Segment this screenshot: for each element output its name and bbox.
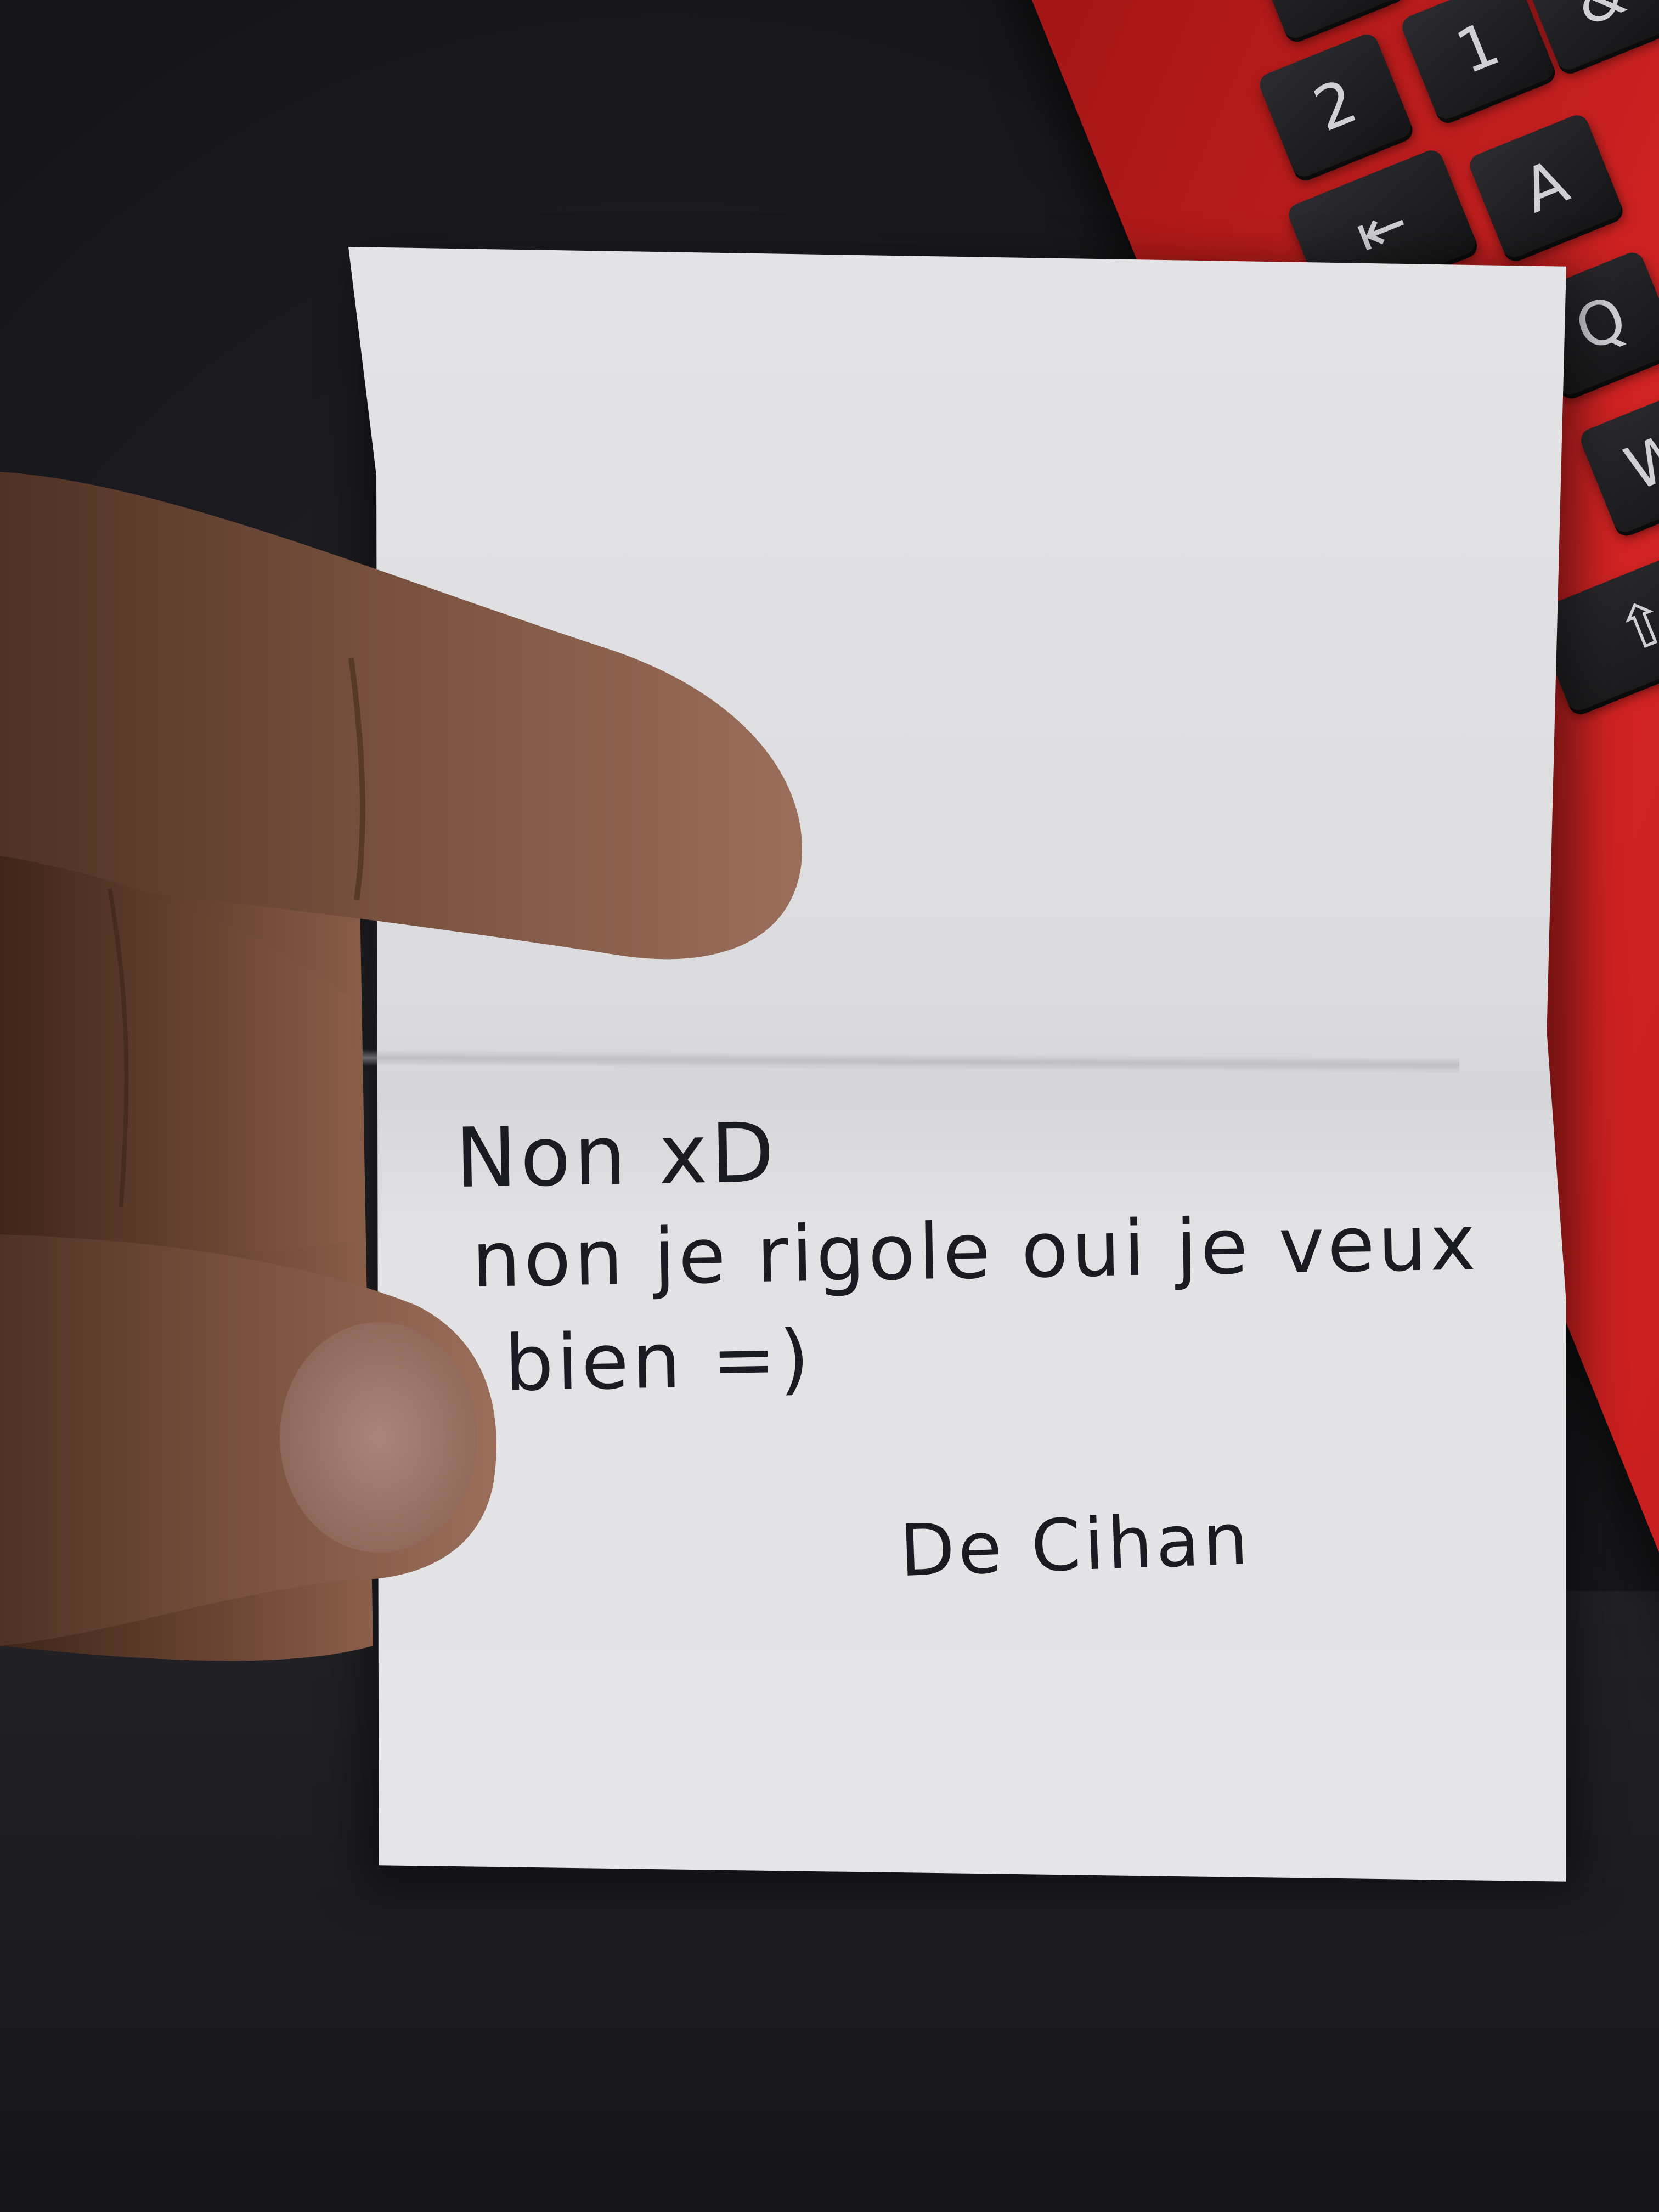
thumbnail [280, 1322, 477, 1553]
photo-scene: echap 2 1 & ⇤ A Q W ⇧ Non xD non je rigo… [0, 0, 1659, 2212]
hand-holding-note [0, 472, 803, 1661]
